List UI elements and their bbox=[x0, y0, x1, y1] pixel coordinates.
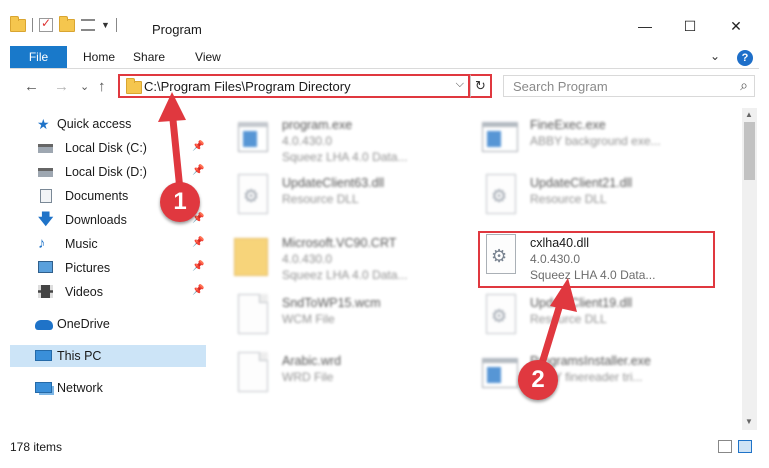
arrowhead-1 bbox=[158, 92, 186, 122]
arrowhead-2 bbox=[550, 278, 577, 312]
arrow-1 bbox=[168, 106, 184, 194]
arrow-2 bbox=[536, 294, 566, 374]
callout-2: 2 bbox=[518, 360, 558, 400]
callout-1: 1 bbox=[160, 182, 200, 222]
annotation-arrows bbox=[158, 92, 577, 374]
